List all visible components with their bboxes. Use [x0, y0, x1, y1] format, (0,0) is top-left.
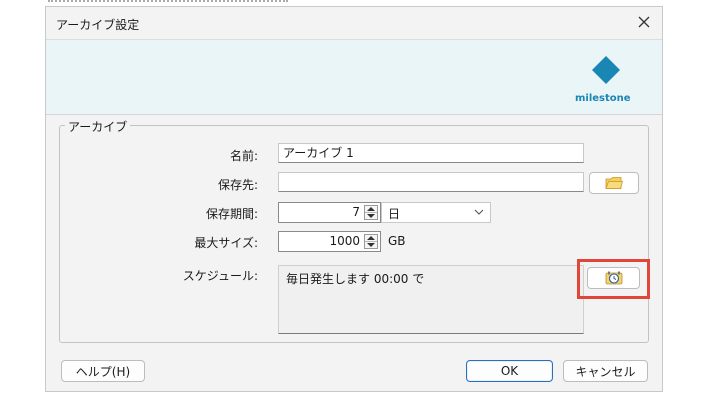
ok-button[interactable]: OK — [466, 360, 553, 382]
close-button[interactable] — [632, 10, 656, 34]
schedule-display: 毎日発生します 00:00 で — [278, 265, 584, 334]
brand-logo-text: milestone — [575, 93, 631, 104]
retention-label: 保存期間: — [205, 207, 258, 221]
chevron-down-icon — [474, 209, 484, 215]
retention-spinbox[interactable]: 7 — [278, 202, 381, 223]
close-icon — [638, 16, 650, 28]
dialog-title: アーカイブ設定 — [56, 18, 140, 32]
title-bar: アーカイブ設定 — [46, 7, 662, 39]
spin-up-icon — [367, 236, 375, 240]
archive-settings-dialog: アーカイブ設定 milestone アーカイブ 名前: アーカイブ 1 保存先:… — [45, 6, 663, 392]
milestone-logo-icon — [592, 56, 620, 84]
spin-down-icon — [367, 214, 375, 218]
spin-down-icon — [367, 243, 375, 247]
retention-unit: 日 — [388, 207, 401, 221]
max-size-value: 1000 — [329, 234, 360, 248]
folder-icon — [605, 177, 623, 189]
max-size-spin-buttons[interactable] — [364, 234, 378, 249]
max-size-unit: GB — [388, 234, 406, 248]
header-banner: milestone — [46, 39, 662, 115]
group-title: アーカイブ — [65, 118, 131, 135]
max-size-spinbox[interactable]: 1000 — [278, 231, 381, 252]
retention-unit-select[interactable]: 日 — [381, 202, 491, 223]
destination-label: 保存先: — [217, 178, 258, 192]
destination-input[interactable] — [278, 172, 584, 192]
schedule-label: スケジュール: — [182, 269, 258, 283]
schedule-button-highlight — [577, 259, 650, 299]
retention-spin-buttons[interactable] — [364, 205, 378, 220]
spin-up-icon — [367, 207, 375, 211]
ok-button-label: OK — [500, 364, 519, 378]
cancel-button-label: キャンセル — [575, 364, 636, 379]
max-size-label: 最大サイズ: — [194, 236, 258, 250]
name-input[interactable]: アーカイブ 1 — [278, 143, 584, 163]
name-label: 名前: — [229, 149, 258, 163]
help-button[interactable]: ヘルプ(H) — [61, 360, 145, 382]
retention-value: 7 — [352, 205, 360, 219]
name-value: アーカイブ 1 — [283, 146, 354, 160]
help-button-label: ヘルプ(H) — [75, 364, 131, 379]
cancel-button[interactable]: キャンセル — [563, 360, 648, 382]
browse-folder-button[interactable] — [589, 172, 639, 194]
schedule-value: 毎日発生します 00:00 で — [286, 272, 425, 286]
